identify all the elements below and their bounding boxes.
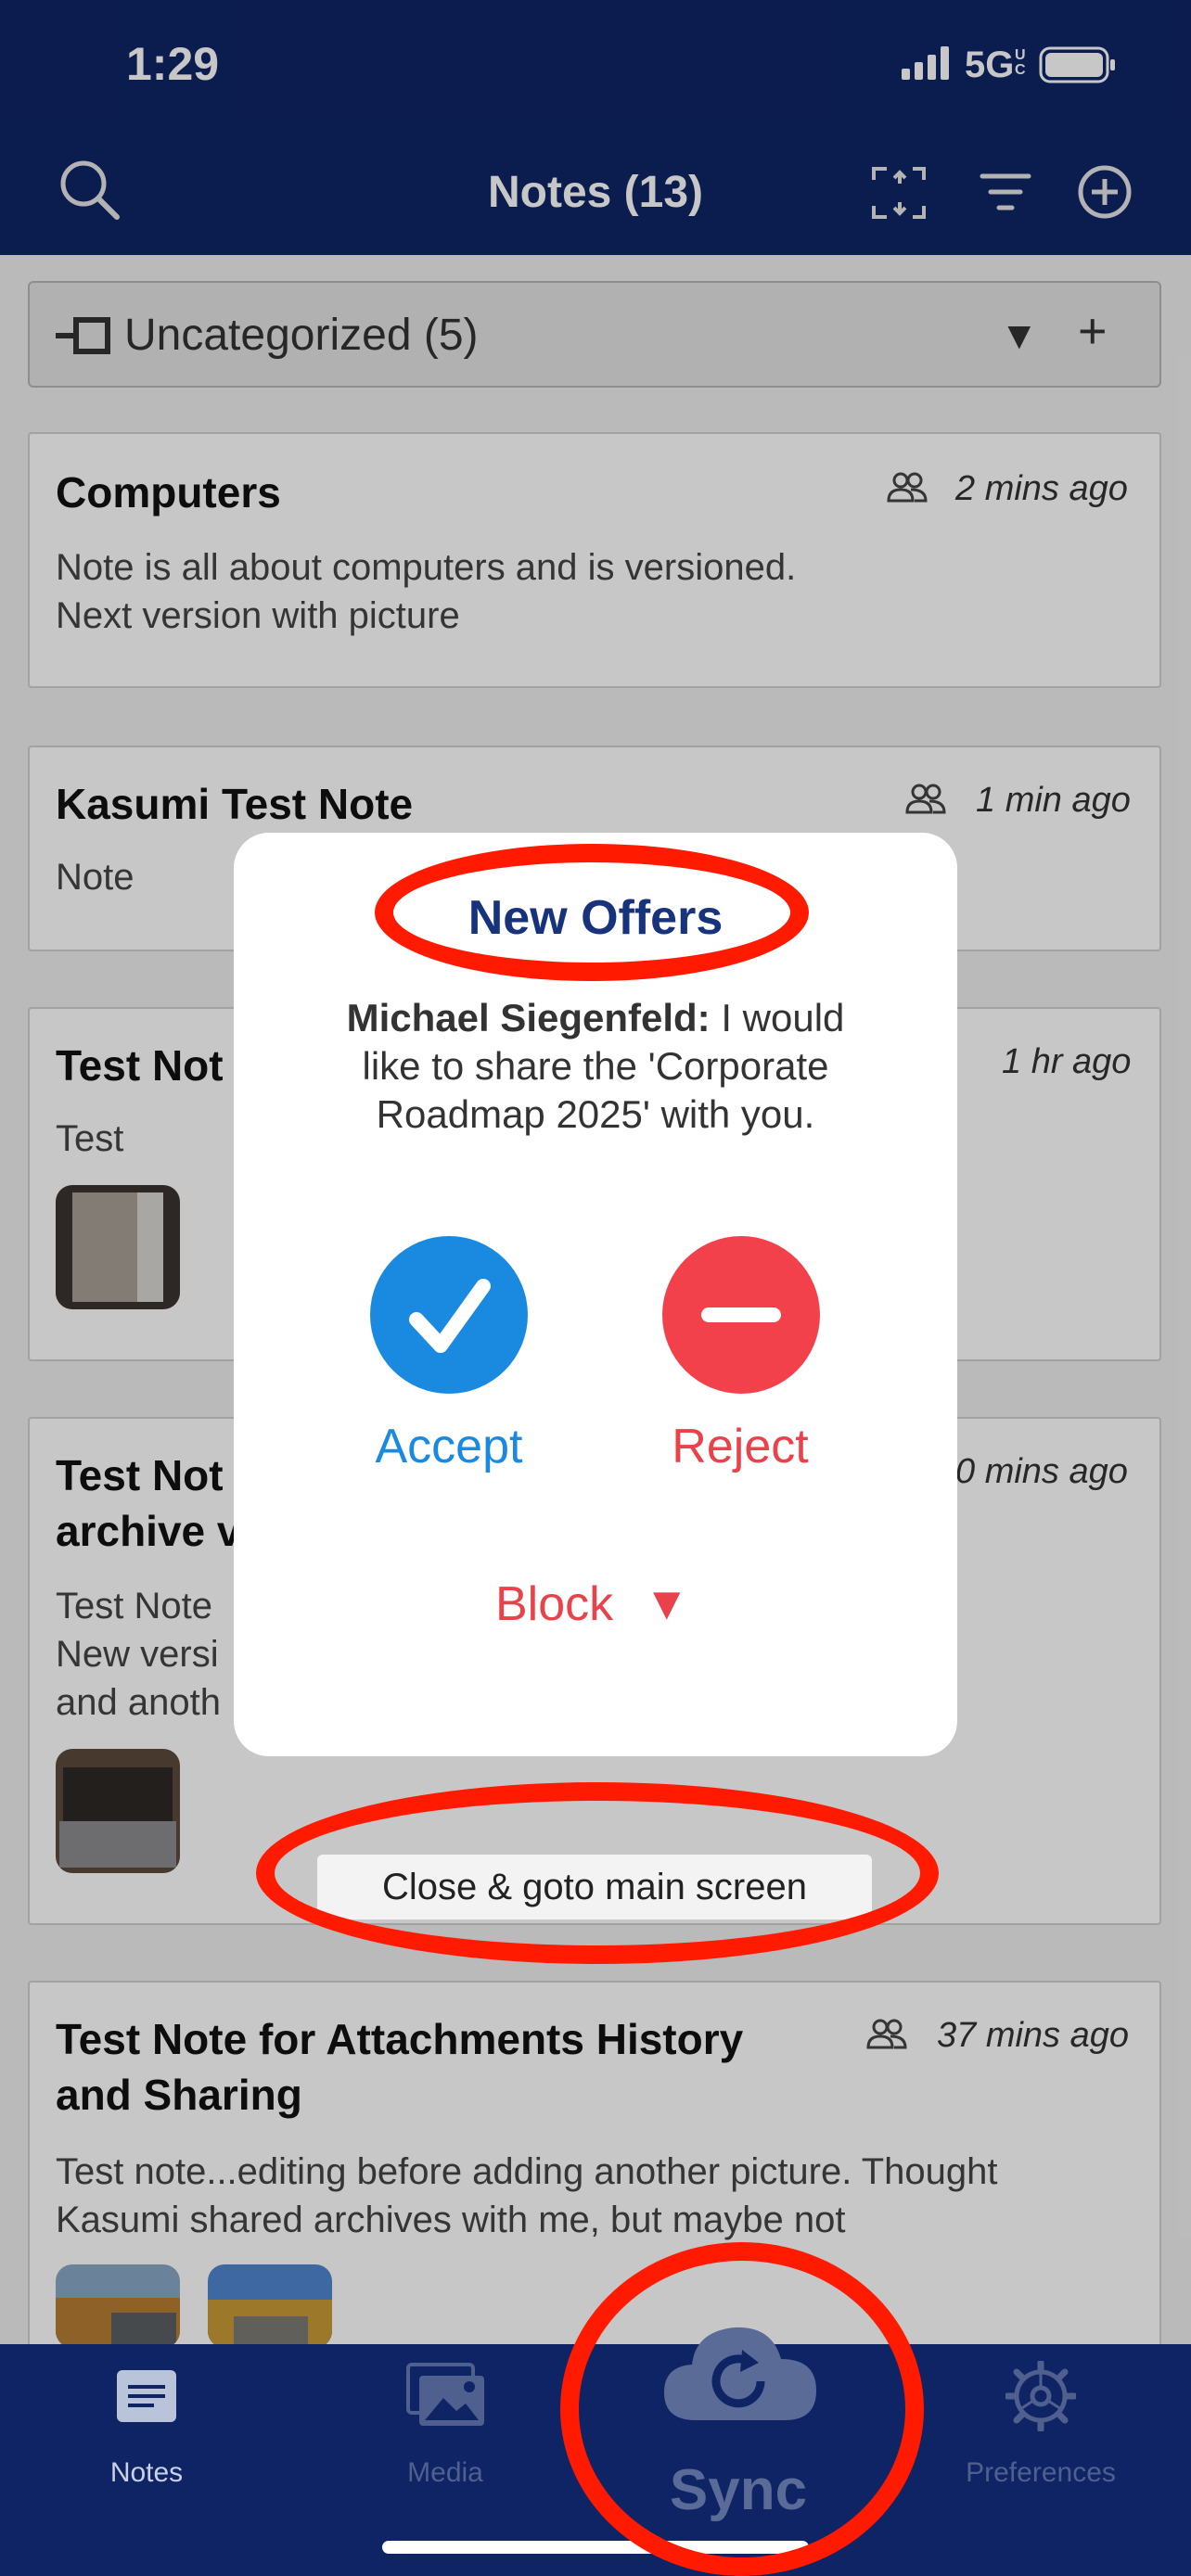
checkmark-icon xyxy=(409,1279,491,1353)
tab-preferences[interactable]: Preferences xyxy=(948,2361,1133,2500)
reject-label[interactable]: Reject xyxy=(634,1419,846,1474)
block-button[interactable]: Block xyxy=(495,1576,613,1632)
tab-media[interactable]: Media xyxy=(352,2361,538,2500)
tab-notes-label: Notes xyxy=(109,2457,184,2488)
message-text: like to share the 'Corporate xyxy=(362,1044,829,1088)
gear-icon xyxy=(1005,2361,1076,2431)
annotation-ring xyxy=(560,2242,924,2576)
dialog-message: Michael Siegenfeld: I would like to shar… xyxy=(278,994,913,1139)
tab-preferences-label: Preferences xyxy=(966,2457,1116,2488)
message-text: I would xyxy=(710,996,845,1039)
tab-media-label: Media xyxy=(407,2457,483,2488)
minus-icon xyxy=(701,1307,781,1322)
tab-notes[interactable]: Notes xyxy=(54,2361,239,2500)
accept-button[interactable] xyxy=(370,1236,528,1394)
media-tab-icon xyxy=(406,2363,484,2426)
block-dropdown-icon[interactable]: ▼ xyxy=(644,1576,690,1630)
sender-name: Michael Siegenfeld: xyxy=(346,996,711,1039)
accept-label[interactable]: Accept xyxy=(343,1419,555,1474)
reject-button[interactable] xyxy=(662,1236,820,1394)
notes-tab-icon xyxy=(117,2370,176,2422)
annotation-ring xyxy=(256,1782,939,1964)
message-text: Roadmap 2025' with you. xyxy=(376,1092,815,1136)
annotation-ring xyxy=(375,844,809,981)
